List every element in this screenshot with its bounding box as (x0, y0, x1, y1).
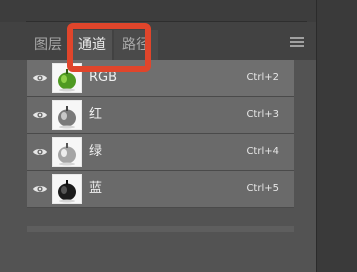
hamburger-menu-icon[interactable] (290, 37, 304, 49)
eye-icon[interactable] (32, 181, 48, 197)
channel-row-green[interactable]: 绿 Ctrl+4 (27, 134, 294, 171)
channel-name: 蓝 (89, 181, 103, 196)
right-edge (316, 0, 357, 272)
channel-name: 红 (89, 107, 103, 122)
channel-shortcut: Ctrl+4 (246, 146, 279, 157)
channels-panel: 图层 通道 路径 RGB Ctrl+2 红 Ctrl+3 绿 Ctrl+4 蓝 … (0, 22, 316, 272)
eye-icon[interactable] (32, 70, 48, 86)
top-strip (0, 0, 357, 22)
panel-header: 图层 通道 路径 (0, 22, 316, 60)
channel-row-blue[interactable]: 蓝 Ctrl+5 (27, 171, 294, 208)
channel-shortcut: Ctrl+5 (246, 183, 279, 194)
tab-layers[interactable]: 图层 (28, 30, 68, 60)
list-footer (27, 226, 294, 232)
eye-icon[interactable] (32, 144, 48, 160)
channel-list: RGB Ctrl+2 红 Ctrl+3 绿 Ctrl+4 蓝 Ctrl+5 (27, 60, 294, 208)
channel-shortcut: Ctrl+2 (246, 72, 279, 83)
channel-thumbnail (52, 100, 82, 130)
eye-icon[interactable] (32, 107, 48, 123)
channel-row-red[interactable]: 红 Ctrl+3 (27, 97, 294, 134)
channel-thumbnail (52, 137, 82, 167)
channel-name: 绿 (89, 144, 103, 159)
channel-thumbnail (52, 174, 82, 204)
channel-shortcut: Ctrl+3 (246, 109, 279, 120)
highlight-annotation (67, 23, 151, 72)
divider (316, 0, 317, 272)
